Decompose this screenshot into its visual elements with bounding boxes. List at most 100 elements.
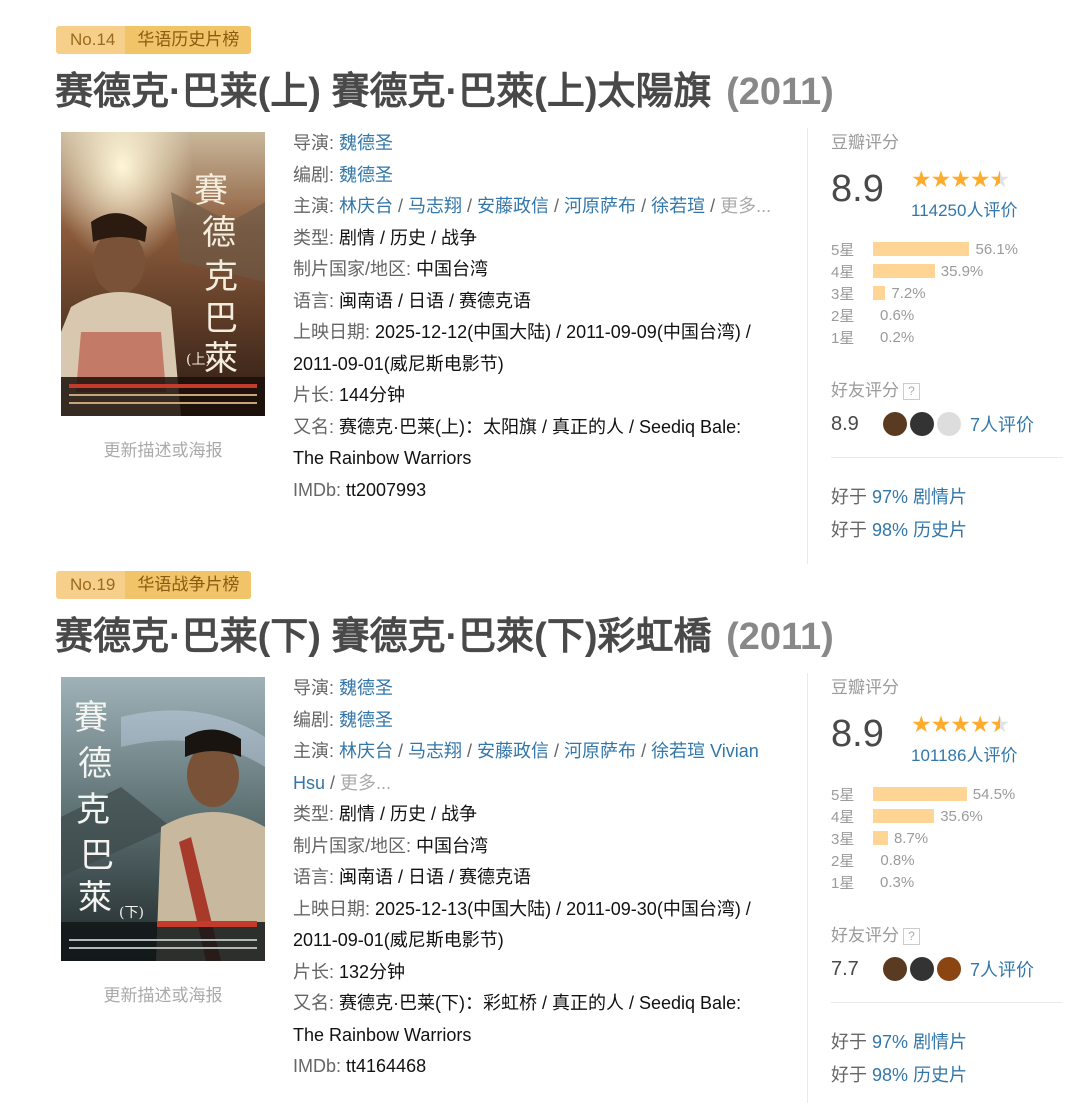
director-row: 导演: 魏德圣 (293, 128, 793, 160)
better-than-link[interactable]: 98% (872, 1065, 908, 1085)
better-than-genre[interactable]: 剧情片 (913, 1032, 967, 1052)
divider (831, 1002, 1063, 1003)
movie-info: 导演: 魏德圣 编剧: 魏德圣 主演: 林庆台 / 马志翔 / 安藤政信 / 河… (293, 673, 793, 1083)
better-than-genre[interactable]: 剧情片 (913, 487, 967, 507)
runtime-row: 片长: 132分钟 (293, 957, 793, 989)
help-icon[interactable]: ? (903, 928, 920, 945)
rating-score: 8.9 (831, 168, 884, 210)
release-label: 上映日期: (293, 898, 376, 919)
friend-score: 8.9 (831, 412, 859, 435)
friend-rating-label: 好友评分? (831, 376, 920, 401)
release-value: 2025-12-12(中国大陆) / 2011-09-09(中国台湾) / (375, 322, 751, 342)
genre-row: 类型: 剧情 / 历史 / 战争 (293, 799, 793, 831)
cast-more-link[interactable]: 更多... (720, 196, 771, 216)
rating-bar (873, 286, 886, 300)
cast-label: 主演: (293, 741, 340, 761)
aka-row: 又名: 赛德克·巴莱(下)：彩虹桥 / 真正的人 / Seediq Bale: (293, 988, 793, 1020)
chart-rank-badge[interactable]: No.19 华语战争片榜 (56, 571, 252, 599)
imdb-value: tt4164468 (346, 1056, 427, 1076)
country-row: 制片国家/地区: 中国台湾 (293, 831, 793, 863)
better-than-row: 好于 97% 剧情片 (831, 1032, 968, 1052)
movie-poster[interactable]: 賽 德 克 巴 萊 (上) (61, 132, 265, 416)
movie-poster[interactable]: 賽 德 克 巴 萊 (下) (61, 677, 265, 961)
chart-name: 华语历史片榜 (125, 26, 252, 54)
star-icon: ★ (911, 166, 932, 192)
vote-count-link[interactable]: 101186人评价 (911, 741, 1017, 766)
genre-value: 剧情 / 历史 / 战争 (339, 227, 478, 248)
cast-link[interactable]: 河原萨布 (564, 196, 636, 216)
better-than-link[interactable]: 98% (872, 520, 908, 540)
cast-link[interactable]: 安藤政信 (477, 196, 549, 216)
release-row: 上映日期: 2025-12-12(中国大陆) / 2011-09-09(中国台湾… (293, 317, 793, 349)
better-than-link[interactable]: 97% (872, 1032, 908, 1052)
better-than-genre[interactable]: 历史片 (913, 1065, 967, 1085)
rating-bar-row: 4星 35.9% (831, 260, 1071, 282)
better-than-genre[interactable]: 历史片 (913, 520, 967, 540)
better-than-link[interactable]: 97% (872, 487, 908, 507)
rating-bar-row: 3星 7.2% (831, 282, 1071, 304)
rating-bar-row: 3星 8.7% (831, 827, 1071, 849)
friend-rating-row: 8.9 7人评价 (831, 411, 1034, 437)
friend-count-link[interactable]: 7人评价 (970, 956, 1034, 982)
bar-star-label: 2星 (831, 852, 855, 870)
director-label: 导演: (293, 133, 340, 153)
friend-count-link[interactable]: 7人评价 (970, 411, 1034, 437)
rating-bar (873, 787, 967, 801)
vote-count-link[interactable]: 114250人评价 (911, 196, 1017, 221)
cast-row: 主演: 林庆台 / 马志翔 / 安藤政信 / 河原萨布 / 徐若瑄 Vivian… (293, 741, 759, 793)
cast-link[interactable]: 徐若瑄 (651, 196, 705, 216)
update-poster-link[interactable]: 更新描述或海报 (61, 436, 265, 461)
avatar[interactable] (937, 957, 961, 981)
cast-more-link[interactable]: 更多... (340, 773, 391, 793)
rating-bar (873, 264, 935, 278)
avatar[interactable] (910, 412, 934, 436)
rating-bar-row: 4星 35.6% (831, 805, 1071, 827)
update-poster-link[interactable]: 更新描述或海报 (61, 981, 265, 1006)
cast-link[interactable]: 徐若瑄 (651, 741, 705, 761)
avatar[interactable] (883, 957, 907, 981)
avatar[interactable] (937, 412, 961, 436)
rating-bar (873, 330, 874, 344)
title-text: 赛德克·巴莱(下) 賽德克·巴萊(下)彩虹橋 (55, 616, 712, 658)
release-value: 2025-12-13(中国大陆) / 2011-09-30(中国台湾) / (375, 898, 751, 919)
rating-distribution: 5星 56.1% 4星 35.9% 3星 7.2% 2星 0.6% 1星 0.2% (831, 238, 1071, 348)
avatar[interactable] (883, 412, 907, 436)
imdb-row: IMDb: tt4164468 (293, 1051, 793, 1083)
rating-bar (873, 242, 970, 256)
genre-label: 类型: (293, 804, 340, 824)
cast-link[interactable]: 河原萨布 (564, 741, 636, 761)
svg-text:克: 克 (76, 790, 110, 830)
cast-link[interactable]: 林庆台 (339, 741, 393, 761)
chart-rank-badge[interactable]: No.14 华语历史片榜 (56, 26, 252, 54)
svg-text:賽: 賽 (74, 698, 108, 738)
rating-panel: 豆瓣评分 8.9 ★★★★★ 114250人评价 5星56.1% 4星35.9%… (831, 128, 1071, 540)
genre-row: 类型: 剧情 / 历史 / 战争 (293, 223, 793, 255)
cast-link[interactable]: 安藤政信 (477, 741, 549, 761)
star-icon: ★ (950, 711, 971, 737)
country-label: 制片国家/地区: (293, 259, 417, 279)
runtime-label: 片长: (293, 961, 340, 982)
director-link[interactable]: 魏德圣 (339, 133, 393, 153)
movie-title: 赛德克·巴莱(上) 賽德克·巴萊(上)太陽旗 (2011) (55, 60, 834, 115)
avatar[interactable] (910, 957, 934, 981)
rank-number: No.19 (70, 575, 116, 594)
divider (831, 457, 1063, 458)
cast-link[interactable]: 马志翔 (408, 741, 462, 761)
runtime-row: 片长: 144分钟 (293, 380, 793, 412)
writer-link[interactable]: 魏德圣 (339, 165, 393, 185)
writer-link[interactable]: 魏德圣 (339, 710, 393, 730)
divider (807, 128, 808, 564)
director-link[interactable]: 魏德圣 (339, 678, 393, 698)
cast-row: 主演: 林庆台 / 马志翔 / 安藤政信 / 河原萨布 / 徐若瑄 / 更多..… (293, 196, 772, 216)
cast-link[interactable]: 马志翔 (408, 196, 462, 216)
director-label: 导演: (293, 678, 340, 698)
svg-text:德: 德 (202, 213, 236, 253)
svg-text:巴: 巴 (204, 299, 238, 339)
language-label: 语言: (293, 290, 340, 311)
bar-star-label: 3星 (831, 830, 855, 848)
director-row: 导演: 魏德圣 (293, 673, 793, 705)
cast-label: 主演: (293, 196, 340, 216)
help-icon[interactable]: ? (903, 383, 920, 400)
half-star-icon: ★ (990, 166, 1011, 192)
cast-link[interactable]: 林庆台 (339, 196, 393, 216)
